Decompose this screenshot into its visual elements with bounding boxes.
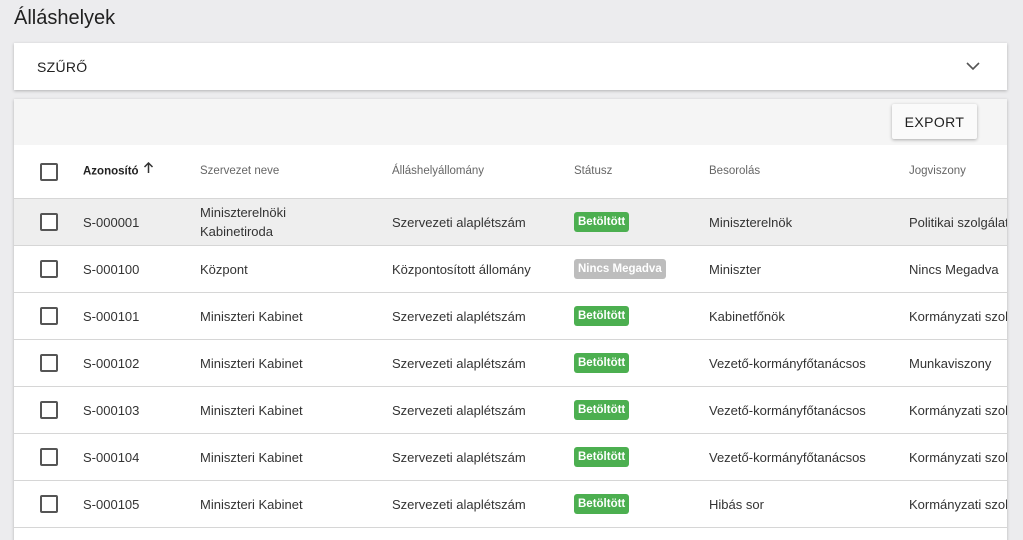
- column-header-status[interactable]: Státusz: [574, 162, 612, 181]
- row-checkbox[interactable]: [40, 307, 58, 325]
- table-row[interactable]: S-000001 Miniszterelnöki Kabinetiroda Sze…: [14, 199, 1007, 246]
- cell-legal: Kormányzati szolg: [909, 450, 1007, 465]
- cell-org-line1: Miniszterelnöki: [200, 205, 286, 220]
- filter-panel[interactable]: SZŰRŐ: [14, 43, 1007, 90]
- cell-org: Miniszteri Kabinet: [200, 497, 303, 512]
- status-badge: Betöltött: [574, 353, 630, 373]
- cell-org: Miniszteri Kabinet: [200, 403, 303, 418]
- cell-id: S-000001: [83, 215, 140, 230]
- table-header-row: Azonosító Szervezet neve Álláshelyállomá…: [14, 145, 1007, 199]
- cell-id: S-000102: [83, 356, 140, 371]
- table-row[interactable]: S-000103 Miniszteri Kabinet Szervezeti a…: [14, 387, 1007, 434]
- column-header-id[interactable]: Azonosító: [83, 161, 154, 182]
- cell-legal: Munkaviszony: [909, 356, 992, 371]
- select-all-checkbox[interactable]: [40, 163, 58, 181]
- status-badge: Betöltött: [574, 447, 630, 467]
- cell-org: Miniszteri Kabinet: [200, 450, 303, 465]
- status-badge: Betöltött: [574, 494, 630, 514]
- row-checkbox[interactable]: [40, 448, 58, 466]
- status-badge: Nincs Megadva: [574, 259, 666, 279]
- row-checkbox[interactable]: [40, 401, 58, 419]
- cell-class: Hibás sor: [709, 497, 764, 512]
- column-header-class[interactable]: Besorolás: [709, 162, 760, 181]
- cell-org: Miniszteri Kabinet: [200, 309, 303, 324]
- cell-id: S-000103: [83, 403, 140, 418]
- table-row[interactable]: S-000102 Miniszteri Kabinet Szervezeti a…: [14, 340, 1007, 387]
- export-button[interactable]: EXPORT: [892, 104, 977, 139]
- cell-id: S-000100: [83, 262, 140, 277]
- row-checkbox[interactable]: [40, 213, 58, 231]
- cell-org: Miniszteri Kabinet: [200, 356, 303, 371]
- chevron-down-icon[interactable]: [963, 57, 983, 77]
- cell-class: Miniszterelnök: [709, 215, 793, 230]
- cell-pool: Szervezeti alaplétszám: [392, 403, 526, 418]
- row-checkbox[interactable]: [40, 260, 58, 278]
- cell-org: Miniszterelnöki Kabinetiroda: [200, 203, 286, 241]
- cell-class: Kabinetfőnök: [709, 309, 785, 324]
- cell-org-line2: Kabinetiroda: [200, 224, 273, 239]
- cell-legal: Politikai szolgálat: [909, 215, 1007, 230]
- page-title: Álláshelyek: [14, 7, 116, 29]
- table-row[interactable]: S-000101 Miniszteri Kabinet Szervezeti a…: [14, 293, 1007, 340]
- cell-id: S-000101: [83, 309, 140, 324]
- cell-pool: Szervezeti alaplétszám: [392, 309, 526, 324]
- cell-legal: Kormányzati szolg: [909, 403, 1007, 418]
- cell-legal: Nincs Megadva: [909, 262, 999, 277]
- cell-class: Vezető-kormányfőtanácsos: [709, 450, 866, 465]
- table-row[interactable]: S-000104 Miniszteri Kabinet Szervezeti a…: [14, 434, 1007, 481]
- column-header-id-label: Azonosító: [83, 165, 139, 178]
- cell-legal: Kormányzati szolg: [909, 309, 1007, 324]
- row-checkbox[interactable]: [40, 495, 58, 513]
- column-header-pool[interactable]: Álláshelyállomány: [392, 162, 484, 181]
- table-row[interactable]: S-000105 Miniszteri Kabinet Szervezeti a…: [14, 481, 1007, 528]
- row-checkbox[interactable]: [40, 354, 58, 372]
- status-badge: Betöltött: [574, 400, 630, 420]
- status-badge: Betöltött: [574, 306, 630, 326]
- cell-pool: Szervezeti alaplétszám: [392, 356, 526, 371]
- table-toolbar: EXPORT: [14, 99, 1007, 145]
- arrow-up-icon: [143, 161, 154, 181]
- cell-class: Vezető-kormányfőtanácsos: [709, 403, 866, 418]
- cell-pool: Szervezeti alaplétszám: [392, 215, 526, 230]
- positions-table: EXPORT Azonosító Szervezet neve Álláshel…: [14, 99, 1007, 540]
- cell-legal: Kormányzati szolg: [909, 497, 1007, 512]
- cell-class: Vezető-kormányfőtanácsos: [709, 356, 866, 371]
- column-header-org[interactable]: Szervezet neve: [200, 162, 279, 181]
- column-header-legal[interactable]: Jogviszony: [909, 162, 966, 181]
- cell-class: Miniszter: [709, 262, 762, 277]
- status-badge: Betöltött: [574, 212, 630, 232]
- cell-id: S-000105: [83, 497, 140, 512]
- table-row[interactable]: S-000100 Központ Központosított állomány…: [14, 246, 1007, 293]
- cell-org: Központ: [200, 262, 248, 277]
- cell-pool: Szervezeti alaplétszám: [392, 450, 526, 465]
- cell-id: S-000104: [83, 450, 140, 465]
- filter-label: SZŰRŐ: [37, 58, 88, 75]
- cell-pool: Szervezeti alaplétszám: [392, 497, 526, 512]
- cell-pool: Központosított állomány: [392, 262, 531, 277]
